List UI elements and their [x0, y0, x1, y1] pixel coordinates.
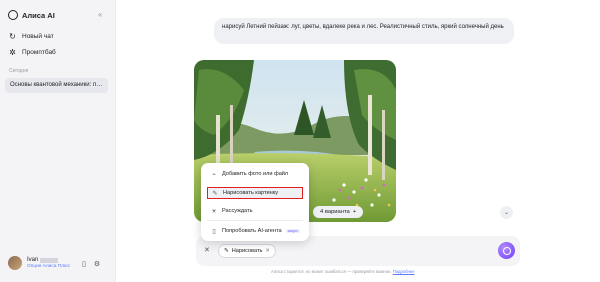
menu-item-label: Рассуждать: [222, 208, 253, 214]
menu-item-label: Попробовать AI-агента: [222, 228, 282, 234]
prompt-book-button[interactable]: ✲ Промптбаб: [8, 48, 56, 57]
agent-icon: ▯: [212, 228, 216, 235]
plus-icon: +: [352, 209, 357, 215]
menu-item-add-file[interactable]: ⌁ Добавить фото или файл: [207, 168, 303, 180]
brush-icon: ✎: [224, 248, 229, 254]
new-chat-label: Новый чат: [22, 33, 54, 40]
bulb-icon: ☀: [211, 208, 217, 215]
close-icon[interactable]: ✕: [204, 246, 210, 254]
draw-mode-chip[interactable]: ✎ Нарисовать ✕: [218, 244, 277, 258]
user-message: нарисуй Летний пейзаж: луг, цветы, вдале…: [214, 18, 514, 44]
menu-item-label: Нарисовать картинку: [223, 190, 279, 196]
prompt-book-label: Промптбаб: [22, 49, 56, 56]
history-item[interactable]: Основы квантовой механики: пр...: [5, 78, 108, 93]
sparkle-icon: ✲: [9, 48, 16, 57]
attach-menu: ⌁ Добавить фото или файл ✎ Нарисовать ка…: [201, 163, 309, 241]
brand-name: Алиса AI: [22, 10, 55, 20]
menu-item-draw-picture[interactable]: ✎ Нарисовать картинку: [207, 187, 303, 199]
brand[interactable]: Алиса AI: [8, 10, 55, 20]
send-button[interactable]: [498, 242, 515, 259]
user-plan[interactable]: Опция Алиса Плюс: [27, 264, 70, 269]
sidebar: Алиса AI « ↻ Новый чат ✲ Промптбаб Сегод…: [0, 0, 116, 282]
disclaimer: Алиса старается, но может ошибаться — пр…: [271, 269, 414, 274]
menu-item-ai-agent[interactable]: ▯ Попробовать AI-агента скоро: [207, 225, 303, 237]
menu-item-reason[interactable]: ☀ Рассуждать: [207, 205, 303, 217]
avatar: [8, 256, 22, 270]
settings-icon[interactable]: ⚙: [94, 260, 100, 268]
phone-icon[interactable]: ▯: [82, 260, 86, 268]
user-name: Ivan: [27, 257, 39, 263]
chip-close-icon[interactable]: ✕: [265, 248, 270, 254]
history-section-label: Сегодня: [9, 68, 29, 74]
scroll-down-button[interactable]: ⌄: [500, 206, 513, 219]
brush-icon: ✎: [212, 190, 218, 197]
soon-badge: скоро: [285, 229, 300, 233]
alice-logo-icon: [8, 10, 18, 20]
alice-send-icon: [502, 246, 511, 255]
app-window: Алиса AI « ↻ Новый чат ✲ Промптбаб Сегод…: [0, 0, 600, 282]
disclaimer-link[interactable]: Подробнее: [393, 269, 415, 274]
user-profile[interactable]: Ivan Опция Алиса Плюс: [8, 256, 70, 270]
disclaimer-text: Алиса старается, но может ошибаться — пр…: [271, 269, 392, 274]
menu-divider: [207, 220, 303, 221]
new-chat-icon: ↻: [9, 32, 16, 41]
collapse-sidebar-icon[interactable]: «: [98, 10, 102, 19]
variants-label: 4 варианта: [320, 209, 350, 215]
chip-label: Нарисовать: [231, 248, 263, 254]
paperclip-icon: ⌁: [212, 171, 216, 178]
menu-item-label: Добавить фото или файл: [222, 171, 289, 177]
redacted-surname: [40, 257, 59, 263]
new-chat-button[interactable]: ↻ Новый чат: [8, 32, 54, 41]
variants-button[interactable]: 4 варианта +: [313, 206, 364, 218]
chevron-down-icon: ⌄: [503, 210, 510, 216]
chat-area: нарисуй Летний пейзаж: луг, цветы, вдале…: [116, 0, 600, 282]
